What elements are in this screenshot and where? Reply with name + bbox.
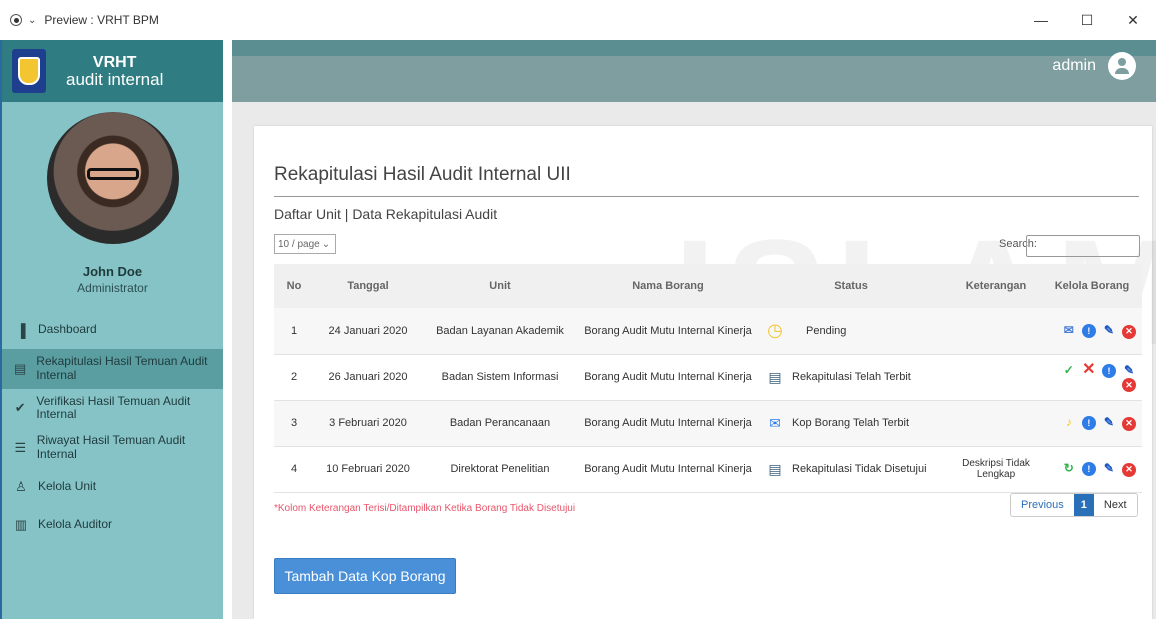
edit-icon[interactable]: ✎ bbox=[1102, 415, 1116, 429]
sidebar-item-riwayat[interactable]: ☰ Riwayat Hasil Temuan Audit Internal bbox=[2, 428, 223, 468]
list-icon: ☰ bbox=[14, 439, 27, 455]
table-row: 1 24 Januari 2020 Badan Layanan Akademik… bbox=[274, 308, 1142, 354]
brand-tagline: audit internal bbox=[66, 69, 164, 89]
brand-name: VRHT bbox=[92, 53, 137, 71]
window-title: Preview : VRHT BPM bbox=[44, 13, 159, 27]
delete-icon[interactable]: ✕ bbox=[1122, 462, 1136, 477]
delete-icon[interactable]: ✕ bbox=[1122, 324, 1136, 339]
chevron-down-icon[interactable]: ⌄ bbox=[28, 15, 36, 26]
window-titlebar: ⌄ Preview : VRHT BPM — ☐ ✕ bbox=[0, 0, 1156, 40]
sidebar-item-label: Kelola Auditor bbox=[38, 516, 113, 531]
table-row: 4 10 Februari 2020 Direktorat Penelitian… bbox=[274, 446, 1142, 492]
sidebar-item-label: Rekapitulasi Hasil Temuan Audit Internal bbox=[36, 354, 208, 382]
page-title: Rekapitulasi Hasil Audit Internal UII bbox=[274, 164, 571, 185]
sidebar-menu: ▐ Dashboard ▤ Rekapitulasi Hasil Temuan … bbox=[2, 311, 223, 544]
envelope-icon: ✉ bbox=[769, 414, 781, 431]
col-nama-borang[interactable]: Nama Borang bbox=[578, 264, 758, 308]
profile-name: John Doe bbox=[82, 264, 143, 279]
sidebar-item-rekapitulasi[interactable]: ▤ Rekapitulasi Hasil Temuan Audit Intern… bbox=[2, 349, 223, 389]
edit-icon[interactable]: ✎ bbox=[1122, 363, 1136, 377]
delete-icon[interactable]: ✕ bbox=[1122, 378, 1136, 392]
minimize-button[interactable]: — bbox=[1018, 0, 1064, 40]
col-no[interactable]: No bbox=[274, 264, 314, 308]
user-menu[interactable]: admin bbox=[1052, 52, 1136, 80]
table-row: 2 26 Januari 2020 Badan Sistem Informasi… bbox=[274, 354, 1142, 400]
user-avatar-icon bbox=[1108, 52, 1136, 80]
barcode-icon: ▥ bbox=[14, 516, 28, 532]
status-text: Rekapitulasi Telah Terbit bbox=[792, 371, 911, 383]
mail-icon[interactable]: ✉ bbox=[1062, 323, 1076, 337]
user-menu-label: admin bbox=[1052, 57, 1096, 74]
refresh-icon[interactable]: ↻ bbox=[1062, 461, 1076, 475]
search-input[interactable] bbox=[1026, 235, 1140, 257]
sidebar-header: VRHT audit internal bbox=[2, 40, 223, 102]
radio-icon[interactable] bbox=[10, 14, 22, 26]
brand: VRHT audit internal bbox=[66, 53, 164, 89]
close-button[interactable]: ✕ bbox=[1110, 0, 1156, 40]
col-status[interactable]: Status bbox=[758, 264, 944, 308]
sidebar: VRHT audit internal John Doe Administrat… bbox=[0, 40, 223, 619]
info-icon[interactable]: ! bbox=[1081, 462, 1096, 477]
next-button[interactable]: Next bbox=[1094, 494, 1137, 516]
top-header: admin bbox=[232, 40, 1156, 102]
bell-icon[interactable]: ♪ bbox=[1062, 415, 1076, 429]
page-size-select[interactable]: 10 / page ⌄ bbox=[274, 234, 336, 254]
col-unit[interactable]: Unit bbox=[422, 264, 578, 308]
table-header-row: No Tanggal Unit Nama Borang Status Keter… bbox=[274, 264, 1142, 308]
edit-icon[interactable]: ✎ bbox=[1102, 323, 1116, 337]
sidebar-item-label: Verifikasi Hasil Temuan Audit Internal bbox=[36, 393, 191, 422]
main-card: ISLAM Rekapitulasi Hasil Audit Internal … bbox=[254, 126, 1156, 619]
sidebar-item-kelola-unit[interactable]: ♙ Kelola Unit bbox=[2, 468, 223, 506]
clock-icon: ◷ bbox=[767, 320, 783, 341]
status-text: Pending bbox=[806, 324, 847, 337]
col-keterangan[interactable]: Keterangan bbox=[944, 264, 1048, 308]
doc-check-icon: ▤ bbox=[768, 368, 782, 385]
previous-button[interactable]: Previous bbox=[1011, 494, 1074, 516]
info-icon[interactable]: ! bbox=[1101, 364, 1116, 378]
maximize-button[interactable]: ☐ bbox=[1064, 0, 1110, 40]
col-tanggal[interactable]: Tanggal bbox=[314, 264, 422, 308]
add-kop-borang-button[interactable]: Tambah Data Kop Borang bbox=[274, 558, 456, 594]
status-text: Rekapitulasi Tidak Disetujui bbox=[792, 463, 927, 475]
page-1-button[interactable]: 1 bbox=[1073, 494, 1094, 516]
sidebar-item-label: Riwayat Hasil Temuan Audit Internal bbox=[36, 433, 186, 461]
delete-icon[interactable]: ✕ bbox=[1122, 416, 1136, 431]
university-logo bbox=[12, 49, 46, 93]
divider bbox=[274, 196, 1139, 197]
document-icon: ▤ bbox=[14, 360, 27, 376]
x-icon[interactable]: ✕ bbox=[1082, 361, 1096, 378]
table-row: 3 3 Februari 2020 Badan Perancanaan Bora… bbox=[274, 400, 1142, 446]
pagination: Previous 1 Next bbox=[1010, 493, 1138, 517]
info-icon[interactable]: ! bbox=[1081, 416, 1096, 431]
check-icon[interactable]: ✓ bbox=[1062, 363, 1076, 377]
col-kelola[interactable]: Kelola Borang bbox=[1048, 264, 1142, 308]
user-icon: ♙ bbox=[15, 478, 27, 494]
sidebar-item-kelola-auditor[interactable]: ▥ Kelola Auditor bbox=[2, 506, 223, 544]
check-circle-icon: ✔ bbox=[14, 400, 26, 416]
bar-chart-icon: ▐ bbox=[16, 322, 26, 338]
info-icon[interactable]: ! bbox=[1081, 324, 1096, 338]
profile-avatar bbox=[46, 112, 179, 244]
sidebar-item-label: Dashboard bbox=[38, 322, 97, 337]
edit-icon[interactable]: ✎ bbox=[1102, 461, 1116, 475]
sidebar-item-verifikasi[interactable]: ✔ Verifikasi Hasil Temuan Audit Internal bbox=[2, 389, 223, 429]
page-subtitle: Daftar Unit | Data Rekapitulasi Audit bbox=[274, 206, 498, 222]
audit-table: No Tanggal Unit Nama Borang Status Keter… bbox=[274, 264, 1142, 493]
status-text: Kop Borang Telah Terbit bbox=[792, 417, 910, 429]
sidebar-item-label: Kelola Unit bbox=[38, 478, 97, 493]
keterangan-text: Deskripsi Tidak Lengkap bbox=[962, 458, 1030, 480]
table-note: *Kolom Keterangan Terisi/Ditampilkan Ket… bbox=[274, 503, 576, 514]
sidebar-item-dashboard[interactable]: ▐ Dashboard bbox=[2, 311, 223, 349]
profile-role: Administrator bbox=[77, 281, 148, 295]
doc-x-icon: ▤ bbox=[768, 460, 782, 477]
